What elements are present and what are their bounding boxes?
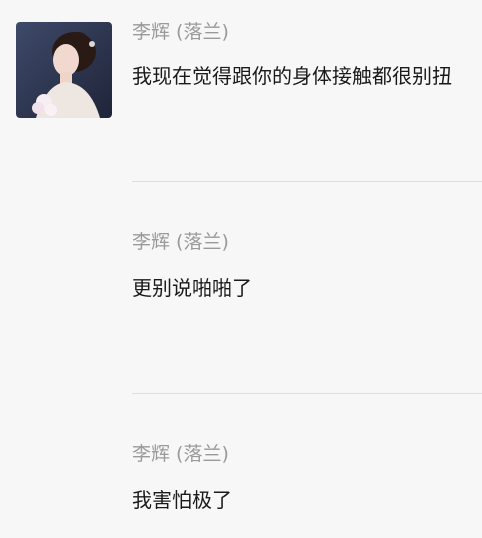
- message-text[interactable]: 我现在觉得跟你的身体接触都很别扭: [132, 64, 452, 88]
- message-divider: [132, 181, 482, 182]
- message-text[interactable]: 更别说啪啪了: [132, 276, 252, 300]
- chat-message-list: 李辉 (落兰) 我现在觉得跟你的身体接触都很别扭 李辉 (落兰) 更别说啪啪了 …: [0, 0, 482, 538]
- message-divider: [132, 393, 482, 394]
- sender-name[interactable]: 李辉 (落兰): [132, 21, 229, 43]
- message-text[interactable]: 我害怕极了: [132, 488, 232, 512]
- sender-name[interactable]: 李辉 (落兰): [132, 443, 229, 465]
- sender-avatar[interactable]: [16, 22, 112, 118]
- sender-name[interactable]: 李辉 (落兰): [132, 231, 229, 253]
- avatar-image: [16, 22, 112, 118]
